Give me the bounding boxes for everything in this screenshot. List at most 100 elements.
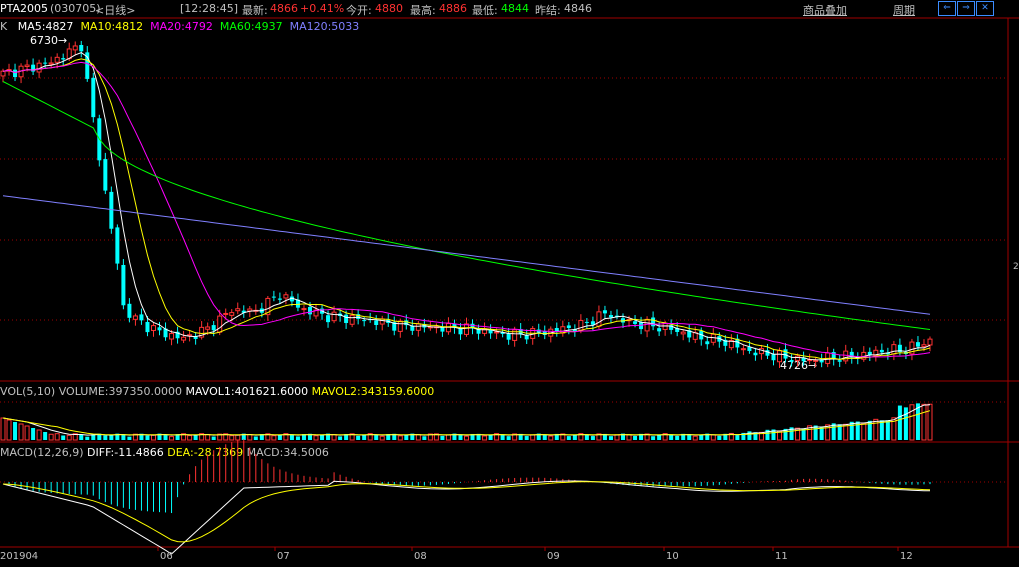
open-value: 4880 bbox=[375, 2, 403, 15]
candle-body bbox=[127, 303, 132, 318]
mavol2-value: MAVOL2:343159.6000 bbox=[311, 385, 435, 398]
candle-body bbox=[861, 351, 867, 360]
candle-body bbox=[235, 308, 241, 312]
volume-bar bbox=[433, 433, 439, 441]
mavol1-line bbox=[2, 404, 931, 436]
symbol-code: (030705) bbox=[50, 2, 101, 15]
volume-bar bbox=[392, 433, 397, 440]
candle-body bbox=[578, 319, 584, 331]
right-axis-fragment: 2 bbox=[1013, 262, 1019, 272]
x-axis: 201904 06 07 08 09 10 11 12 bbox=[0, 547, 913, 562]
volume-bar bbox=[831, 423, 836, 440]
candle-body bbox=[500, 332, 505, 334]
volume-bar bbox=[103, 435, 108, 440]
candle-body bbox=[277, 298, 282, 300]
ma10-line bbox=[2, 58, 931, 360]
volume-bar bbox=[843, 423, 849, 441]
candle-body bbox=[344, 314, 349, 324]
volume-bar bbox=[115, 433, 120, 440]
latest-value: 4866 bbox=[270, 2, 298, 15]
candle-body bbox=[193, 336, 198, 339]
ma5-label: MA5:4827 bbox=[17, 20, 74, 33]
volume-bar bbox=[43, 432, 48, 440]
volume-bar bbox=[675, 435, 680, 440]
diff-line bbox=[2, 480, 931, 555]
candle-body bbox=[85, 52, 90, 79]
volume-bar bbox=[771, 429, 776, 440]
candle-body bbox=[31, 64, 36, 72]
close-button[interactable]: ✕ bbox=[976, 1, 994, 16]
x-axis-label: 08 bbox=[414, 551, 427, 562]
candle-body bbox=[783, 349, 788, 359]
volume-bar bbox=[289, 434, 294, 440]
volume-bar bbox=[530, 434, 536, 441]
candle-body bbox=[13, 69, 18, 78]
candle-body bbox=[6, 69, 12, 72]
volume-bar bbox=[331, 434, 337, 441]
volume-bar bbox=[590, 436, 595, 440]
volume-bar bbox=[259, 434, 264, 440]
cycle-link[interactable]: 周期 bbox=[893, 2, 915, 18]
volume-bar bbox=[54, 433, 60, 441]
candle-body bbox=[903, 351, 908, 354]
volume-bar bbox=[301, 434, 306, 440]
candle-body bbox=[374, 320, 379, 326]
volume-bar bbox=[181, 433, 187, 441]
candle-body bbox=[0, 70, 6, 77]
ma20-label: MA20:4792 bbox=[150, 20, 213, 33]
volume-bar bbox=[338, 436, 343, 440]
ma5-line bbox=[2, 52, 931, 361]
volume-bar bbox=[494, 433, 500, 441]
volume-bar bbox=[927, 403, 933, 441]
volume-bar bbox=[91, 434, 96, 440]
candle-body bbox=[644, 318, 650, 332]
volume-bar bbox=[524, 436, 529, 440]
volume-bar bbox=[578, 433, 584, 441]
nav-right-button[interactable]: ⇒ bbox=[957, 1, 975, 16]
candle-body bbox=[494, 331, 500, 334]
candle-body bbox=[24, 64, 30, 68]
candle-body bbox=[753, 352, 758, 356]
volume-bar bbox=[349, 433, 355, 441]
candle-body bbox=[145, 321, 150, 333]
diff-value: DIFF:-11.4866 bbox=[87, 446, 164, 459]
candle-body bbox=[687, 330, 692, 338]
candle-body bbox=[187, 334, 193, 337]
period-label[interactable]: <日线> bbox=[95, 2, 135, 18]
candlestick-series bbox=[0, 40, 933, 369]
volume-bar bbox=[813, 425, 818, 440]
volume-bar bbox=[506, 436, 511, 440]
volume-bar bbox=[891, 417, 897, 441]
volume-bar bbox=[241, 433, 246, 440]
volume-bar bbox=[31, 428, 36, 440]
nav-left-button[interactable]: ⇐ bbox=[938, 1, 956, 16]
kline-chart[interactable]: 201904 06 07 08 09 10 11 12 bbox=[0, 0, 1019, 567]
candle-body bbox=[512, 329, 518, 341]
volume-bar bbox=[639, 433, 644, 440]
candle-body bbox=[150, 325, 156, 331]
volume-bar bbox=[548, 435, 554, 441]
candle-body bbox=[771, 354, 776, 361]
candle-body bbox=[410, 325, 415, 331]
volume-bar bbox=[758, 431, 764, 441]
candle-body bbox=[669, 325, 674, 330]
volume-bar bbox=[819, 427, 824, 440]
volume-bar bbox=[367, 433, 373, 441]
volume-bar bbox=[488, 434, 493, 440]
volume-bar bbox=[205, 433, 211, 441]
volume-bar bbox=[867, 420, 872, 440]
candle-body bbox=[109, 191, 114, 229]
overlay-link[interactable]: 商品叠加 bbox=[803, 2, 847, 18]
candle-body bbox=[825, 352, 831, 364]
candle-body bbox=[211, 325, 216, 331]
volume-bar bbox=[97, 433, 102, 440]
ma10-label: MA10:4812 bbox=[80, 20, 144, 33]
macd-value: MACD:34.5006 bbox=[246, 446, 329, 459]
volume-bar bbox=[150, 434, 156, 441]
volume-bar bbox=[825, 424, 831, 441]
volume-bar bbox=[223, 433, 229, 441]
arrow-right-icon: ⇒ bbox=[962, 3, 970, 13]
candle-body bbox=[66, 48, 72, 60]
candle-body bbox=[103, 159, 108, 191]
candle-body bbox=[181, 336, 187, 341]
